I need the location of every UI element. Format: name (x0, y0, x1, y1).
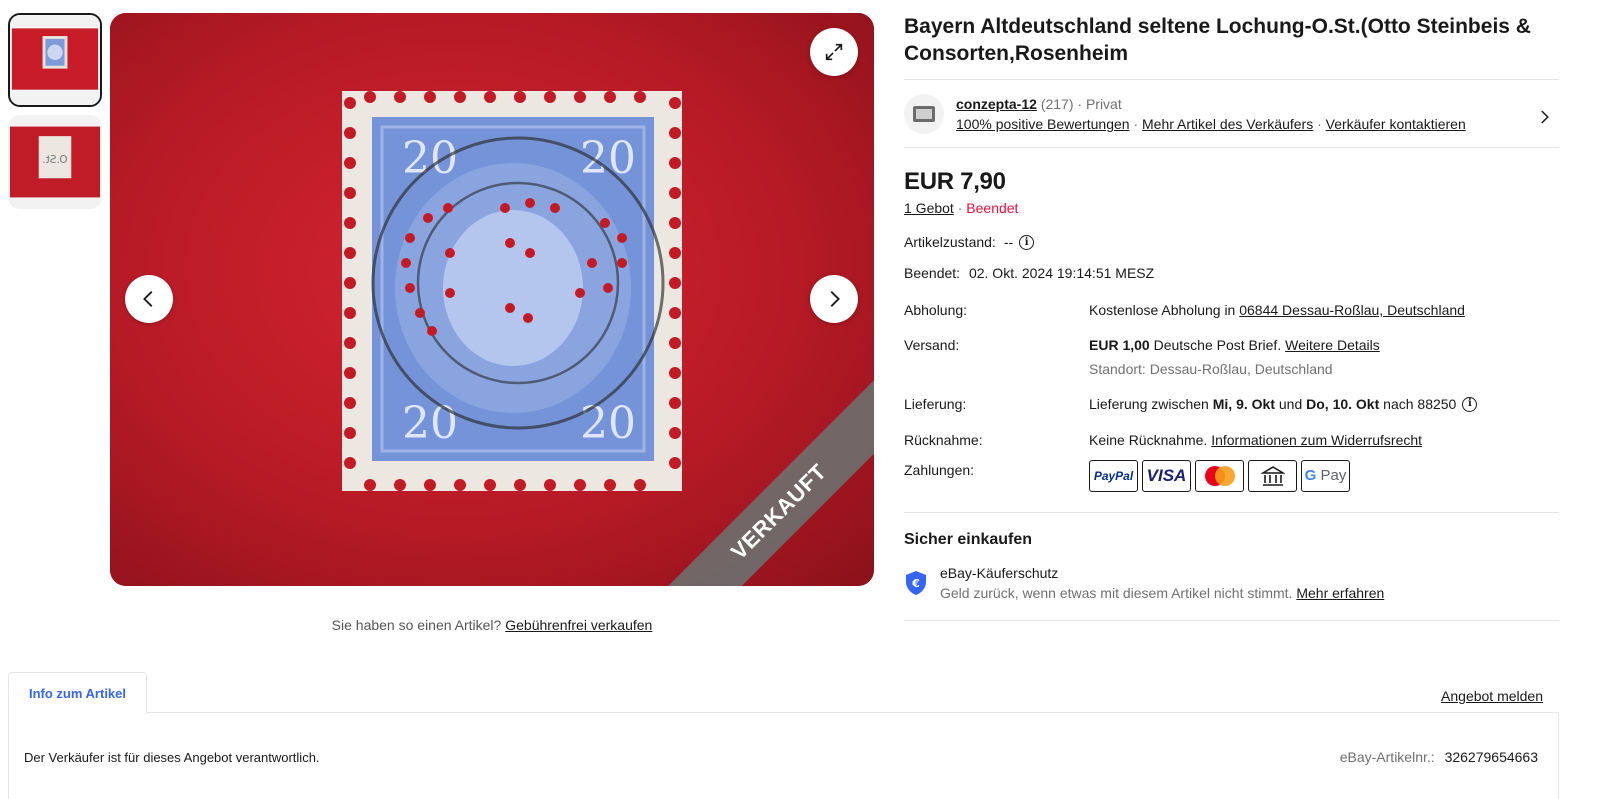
seller-info: conzepta-12 (217) · Privat 100% positive… (956, 96, 1466, 132)
tab-bar: Info zum Artikel Angebot melden (8, 672, 1559, 714)
ended-row: Beendet: 02. Okt. 2024 19:14:51 MESZ (904, 265, 1559, 281)
info-icon[interactable]: i (1019, 234, 1035, 250)
condition-label: Artikelzustand: (904, 234, 996, 250)
seller-more-items-link[interactable]: Mehr Artikel des Verkäufers (1142, 116, 1313, 132)
shipping-location: Standort: Dessau-Roßlau, Deutschland (1089, 361, 1333, 377)
chevron-right-icon (830, 291, 840, 307)
shield-euro-icon: € (906, 571, 926, 595)
thumbnail-front[interactable] (8, 13, 102, 107)
seller-name[interactable]: conzepta-12 (956, 96, 1037, 112)
info-icon[interactable]: i (1462, 396, 1478, 412)
seller-feedback-link[interactable]: 100% positive Bewertungen (956, 116, 1130, 132)
payments-row: Zahlungen: PayPal VISA G Pay (904, 460, 1559, 492)
shipping-cost: EUR 1,00 (1089, 337, 1150, 353)
delivery-and: und (1278, 396, 1303, 412)
buyer-protection-text: Geld zurück, wenn etwas mit diesem Artik… (940, 585, 1293, 601)
main-image[interactable]: 20 20 20 20 VERKAUFT (110, 13, 874, 586)
seller-rating-count: (217) (1040, 96, 1074, 112)
item-price: EUR 7,90 (904, 168, 1006, 195)
returns-row: Rücknahme: Keine Rücknahme. Informatione… (904, 430, 1559, 450)
seller-contact-link[interactable]: Verkäufer kontaktieren (1326, 116, 1466, 132)
pickup-location-link[interactable]: 06844 Dessau-Roßlau, Deutschland (1239, 302, 1465, 318)
svg-text:20: 20 (402, 398, 458, 449)
condition-value: -- (1003, 234, 1014, 250)
svg-text:20: 20 (402, 133, 458, 184)
pickup-row: Abholung: Kostenlose Abholung in 06844 D… (904, 300, 1559, 320)
thumbnail-back[interactable]: O.St. (8, 115, 102, 209)
sell-similar-link[interactable]: Gebührenfrei verkaufen (505, 617, 652, 633)
seller-card[interactable]: conzepta-12 (217) · Privat 100% positive… (904, 80, 1559, 148)
bid-status: 1 Gebot · Beendet (904, 200, 1019, 216)
delivery-row: Lieferung: Lieferung zwischen Mi, 9. Okt… (904, 394, 1559, 414)
svg-text:O.St.: O.St. (42, 154, 67, 166)
seller-avatar (904, 94, 944, 134)
returns-label: Rücknahme: (904, 432, 983, 448)
seller-logo-icon (913, 106, 935, 122)
delivery-from: Mi, 9. Okt (1212, 396, 1275, 412)
svg-text:€: € (911, 577, 920, 590)
thumbnail-list: O.St. (8, 13, 102, 217)
bids-link[interactable]: 1 Gebot (904, 200, 954, 216)
bank-transfer-icon (1248, 460, 1297, 492)
mastercard-icon (1195, 460, 1244, 492)
visa-icon: VISA (1142, 460, 1191, 492)
payment-methods: PayPal VISA G Pay (1089, 460, 1559, 492)
item-title: Bayern Altdeutschland seltene Lochung-O.… (904, 13, 1559, 80)
google-pay-icon: G Pay (1301, 460, 1350, 492)
sell-similar-text: Sie haben so einen Artikel? (331, 617, 502, 633)
shipping-label: Versand: (904, 337, 960, 353)
item-number: eBay-Artikelnr.: 326279654663 (1340, 749, 1538, 765)
payments-label: Zahlungen: (904, 462, 975, 478)
ended-label: Beendet: (904, 265, 961, 281)
learn-more-link[interactable]: Mehr erfahren (1296, 585, 1384, 601)
item-number-value: 326279654663 (1444, 749, 1538, 765)
svg-text:20: 20 (580, 398, 636, 449)
buyer-protection-title: eBay-Käuferschutz (940, 565, 1059, 581)
returns-info-link[interactable]: Informationen zum Widerrufsrecht (1211, 432, 1422, 448)
delivery-prefix: Lieferung zwischen (1089, 396, 1209, 412)
auction-status: Beendet (966, 200, 1019, 216)
pickup-text: Kostenlose Abholung in (1089, 302, 1236, 318)
expand-icon (825, 43, 843, 61)
chevron-left-icon (143, 291, 153, 307)
condition-row: Artikelzustand: -- i (904, 234, 1559, 250)
chevron-right-icon (1541, 110, 1549, 124)
fullscreen-button[interactable] (810, 28, 858, 76)
thumbnail-front-image (10, 15, 100, 105)
thumbnail-back-image: O.St. (10, 117, 100, 207)
report-listing-link[interactable]: Angebot melden (1441, 688, 1543, 704)
safe-shopping-title: Sicher einkaufen (904, 531, 1033, 548)
delivery-suffix: nach 88250 (1383, 396, 1457, 412)
shipping-details-link[interactable]: Weitere Details (1285, 337, 1380, 353)
paypal-icon: PayPal (1089, 460, 1138, 492)
seller-responsibility-text: Der Verkäufer ist für dieses Angebot ver… (24, 750, 320, 765)
ended-value: 02. Okt. 2024 19:14:51 MESZ (968, 265, 1155, 281)
pickup-label: Abholung: (904, 302, 968, 318)
returns-text: Keine Rücknahme. (1089, 432, 1208, 448)
item-info-panel: Der Verkäufer ist für dieses Angebot ver… (8, 713, 1559, 799)
shipping-method: Deutsche Post Brief. (1153, 337, 1282, 353)
delivery-label: Lieferung: (904, 396, 967, 412)
svg-text:20: 20 (580, 133, 636, 184)
delivery-to: Do, 10. Okt (1306, 396, 1380, 412)
item-details: Bayern Altdeutschland seltene Lochung-O.… (904, 13, 1559, 621)
buyer-protection: € eBay-Käuferschutz Geld zurück, wenn et… (904, 563, 1559, 603)
shipping-row: Versand: EUR 1,00 Deutsche Post Brief. W… (904, 335, 1559, 379)
seller-type: · Privat (1077, 96, 1122, 112)
item-number-label: eBay-Artikelnr.: (1339, 749, 1435, 765)
sell-similar: Sie haben so einen Artikel? Gebührenfrei… (110, 617, 874, 633)
next-image-button[interactable] (810, 275, 858, 323)
tab-item-info[interactable]: Info zum Artikel (8, 672, 147, 714)
previous-image-button[interactable] (125, 275, 173, 323)
